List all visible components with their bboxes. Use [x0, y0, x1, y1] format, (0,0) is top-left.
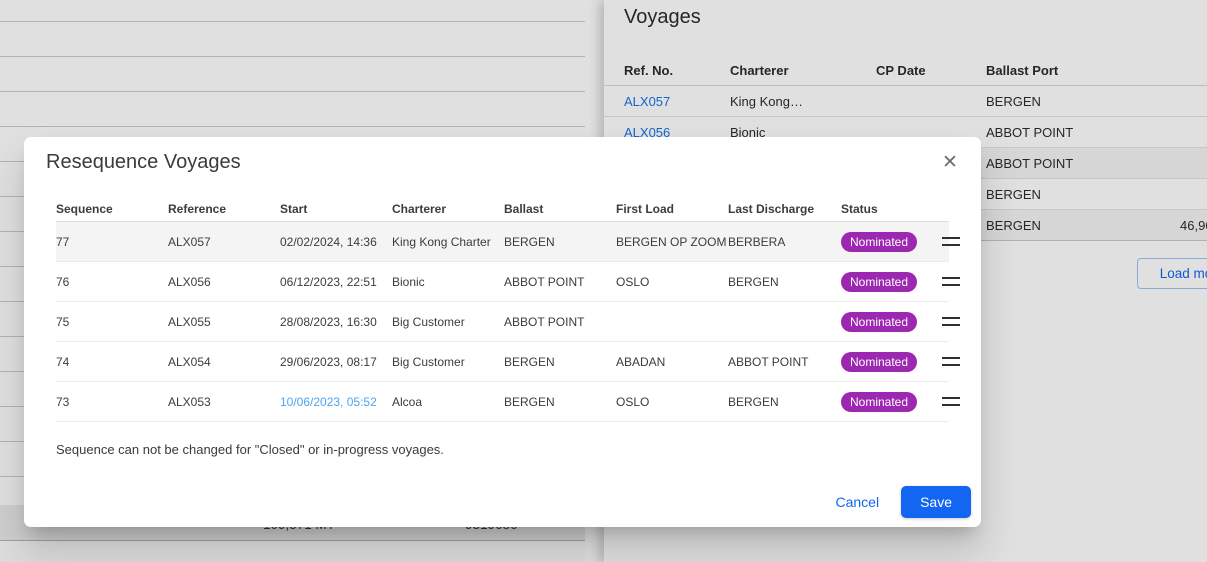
column-header-ballast: Ballast [504, 202, 616, 216]
cell-last-discharge: BERGEN [728, 275, 841, 289]
column-header-charterer: Charterer [392, 202, 504, 216]
column-header-status: Status [841, 202, 942, 216]
cell-status: Nominated [841, 272, 942, 292]
table-row: 76 ALX056 06/12/2023, 22:51 Bionic ABBOT… [56, 262, 949, 302]
cell-reference: ALX055 [168, 315, 280, 329]
cell-first-load: OSLO [616, 275, 728, 289]
cell-last-discharge: BERBERA [728, 235, 841, 249]
cell-sequence: 74 [56, 355, 168, 369]
drag-handle-icon[interactable] [942, 277, 960, 286]
resequence-table-header: Sequence Reference Start Charterer Balla… [56, 197, 949, 222]
cell-ballast: BERGEN [504, 395, 616, 409]
column-header-sequence: Sequence [56, 202, 168, 216]
cell-reference: ALX057 [168, 235, 280, 249]
cancel-button[interactable]: Cancel [819, 486, 895, 518]
cell-sequence: 77 [56, 235, 168, 249]
status-badge: Nominated [841, 392, 917, 412]
cell-start-link[interactable]: 10/06/2023, 05:52 [280, 395, 392, 409]
cell-first-load: BERGEN OP ZOOM [616, 235, 728, 249]
cell-status: Nominated [841, 232, 942, 252]
cell-first-load: OSLO [616, 395, 728, 409]
drag-handle-icon[interactable] [942, 397, 960, 406]
cell-charterer: King Kong Charter [392, 235, 504, 249]
column-header-last-discharge: Last Discharge [728, 202, 841, 216]
cell-charterer: Big Customer [392, 355, 504, 369]
cell-ballast: ABBOT POINT [504, 315, 616, 329]
status-badge: Nominated [841, 272, 917, 292]
cell-reference: ALX054 [168, 355, 280, 369]
cell-sequence: 76 [56, 275, 168, 289]
save-button[interactable]: Save [901, 486, 971, 518]
cell-start: 06/12/2023, 22:51 [280, 275, 392, 289]
cell-reference: ALX056 [168, 275, 280, 289]
cell-status: Nominated [841, 392, 942, 412]
drag-handle-icon[interactable] [942, 237, 960, 246]
cell-status: Nominated [841, 312, 942, 332]
drag-handle-icon[interactable] [942, 357, 960, 366]
column-header-first-load: First Load [616, 202, 728, 216]
cell-start: 02/02/2024, 14:36 [280, 235, 392, 249]
cell-last-discharge: BERGEN [728, 395, 841, 409]
cell-first-load: ABADAN [616, 355, 728, 369]
screen: 109,571 MT 9319686 Voyages Ref. No. Char… [0, 0, 1207, 562]
cell-sequence: 75 [56, 315, 168, 329]
table-row: 75 ALX055 28/08/2023, 16:30 Big Customer… [56, 302, 949, 342]
cell-status: Nominated [841, 352, 942, 372]
cell-sequence: 73 [56, 395, 168, 409]
close-icon[interactable]: ✕ [936, 149, 964, 177]
cell-charterer: Alcoa [392, 395, 504, 409]
drag-handle-icon[interactable] [942, 317, 960, 326]
status-badge: Nominated [841, 352, 917, 372]
table-row: 74 ALX054 29/06/2023, 08:17 Big Customer… [56, 342, 949, 382]
dialog-title: Resequence Voyages [46, 151, 241, 174]
column-header-start: Start [280, 202, 392, 216]
cell-charterer: Big Customer [392, 315, 504, 329]
cell-reference: ALX053 [168, 395, 280, 409]
cell-charterer: Bionic [392, 275, 504, 289]
dialog-note: Sequence can not be changed for "Closed"… [56, 442, 444, 457]
status-badge: Nominated [841, 312, 917, 332]
table-row: 77 ALX057 02/02/2024, 14:36 King Kong Ch… [56, 222, 949, 262]
resequence-voyages-dialog: Resequence Voyages ✕ Sequence Reference … [24, 137, 981, 527]
cell-start: 29/06/2023, 08:17 [280, 355, 392, 369]
dialog-actions: Cancel Save [819, 486, 971, 518]
cell-ballast: ABBOT POINT [504, 275, 616, 289]
cell-start: 28/08/2023, 16:30 [280, 315, 392, 329]
status-badge: Nominated [841, 232, 917, 252]
table-row: 73 ALX053 10/06/2023, 05:52 Alcoa BERGEN… [56, 382, 949, 422]
cell-ballast: BERGEN [504, 355, 616, 369]
cell-last-discharge: ABBOT POINT [728, 355, 841, 369]
resequence-table-body: 77 ALX057 02/02/2024, 14:36 King Kong Ch… [56, 222, 949, 422]
column-header-reference: Reference [168, 202, 280, 216]
cell-ballast: BERGEN [504, 235, 616, 249]
